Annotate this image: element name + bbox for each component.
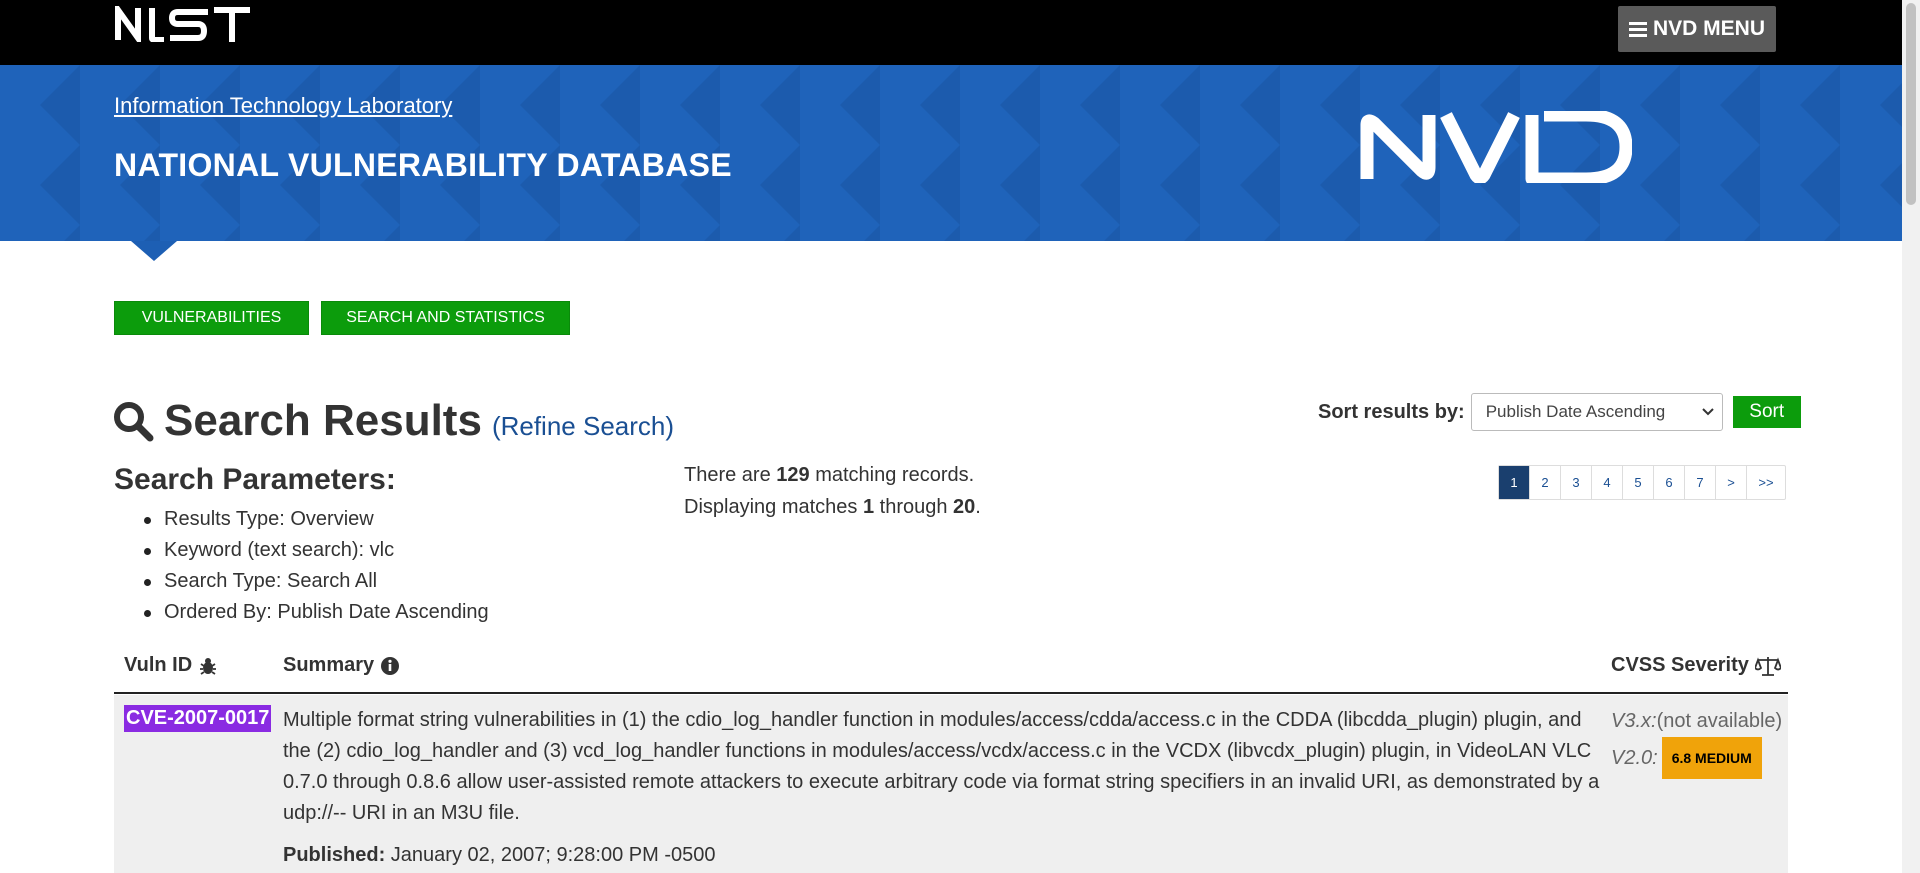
published-date: Published: January 02, 2007; 9:28:00 PM … xyxy=(283,844,716,866)
scrollbar-thumb[interactable] xyxy=(1906,3,1916,205)
nist-logo[interactable] xyxy=(114,6,252,42)
nvd-menu-label: NVD MENU xyxy=(1652,17,1765,40)
sort-label: Sort results by: xyxy=(1318,400,1465,423)
records-range-line: Displaying matches 1 through 20. xyxy=(684,496,981,518)
nav-vulnerabilities-button[interactable]: VULNERABILITIES xyxy=(114,301,309,335)
banner-pointer xyxy=(131,241,177,261)
page-1[interactable]: 1 xyxy=(1499,466,1530,499)
table-row: CVE-2007-0017 Multiple format string vul… xyxy=(114,695,1788,873)
cve-id-link[interactable]: CVE-2007-0017 xyxy=(124,705,272,732)
page-2[interactable]: 2 xyxy=(1530,466,1561,499)
cvss-scores: V3.x:(not available) V2.0: 6.8 MEDIUM xyxy=(1611,705,1782,779)
nvd-menu-button[interactable]: NVD MENU xyxy=(1618,6,1776,52)
pagination: 1 2 3 4 5 6 7 > >> xyxy=(1498,465,1786,500)
cvss-v2: V2.0: 6.8 MEDIUM xyxy=(1611,737,1782,779)
search-results-heading: Search Results (Refine Search) xyxy=(112,396,674,446)
page-7[interactable]: 7 xyxy=(1685,466,1716,499)
nvd-title[interactable]: NATIONAL VULNERABILITY DATABASE xyxy=(114,147,732,184)
hamburger-icon xyxy=(1628,21,1647,37)
search-results-title: Search Results xyxy=(164,396,482,445)
banner: Information Technology Laboratory NATION… xyxy=(0,65,1902,241)
page-scrollbar[interactable] xyxy=(1902,0,1920,873)
itl-link[interactable]: Information Technology Laboratory xyxy=(114,93,452,119)
search-parameters-list: Results Type: Overview Keyword (text sea… xyxy=(144,504,489,628)
page-3[interactable]: 3 xyxy=(1561,466,1592,499)
nav-search-statistics-button[interactable]: SEARCH AND STATISTICS xyxy=(321,301,570,335)
parameter-item: Search Type: Search All xyxy=(144,566,489,597)
cve-summary: Multiple format string vulnerabilities i… xyxy=(283,709,1600,824)
records-summary: There are 129 matching records. Displayi… xyxy=(684,459,981,523)
page-4[interactable]: 4 xyxy=(1592,466,1623,499)
severity-badge[interactable]: 6.8 MEDIUM xyxy=(1661,737,1762,779)
records-from: 1 xyxy=(862,496,875,518)
search-parameters-title: Search Parameters: xyxy=(114,463,396,496)
column-vuln-id[interactable]: Vuln ID xyxy=(124,654,218,677)
scale-icon xyxy=(1754,656,1781,676)
nvd-logo[interactable] xyxy=(1360,111,1632,183)
search-icon xyxy=(114,402,154,442)
cvss-v3: V3.x:(not available) xyxy=(1611,710,1783,732)
column-cvss-severity[interactable]: CVSS Severity xyxy=(1611,654,1781,677)
records-count: 129 xyxy=(776,464,810,486)
parameter-item: Keyword (text search): vlc xyxy=(144,535,489,566)
sort-select-value: Publish Date Ascending xyxy=(1485,402,1666,421)
bug-icon xyxy=(200,657,217,675)
parameter-item: Results Type: Overview xyxy=(144,504,489,535)
sort-controls: Sort results by: Publish Date Ascending … xyxy=(1318,393,1801,431)
sort-select[interactable]: Publish Date Ascending xyxy=(1470,393,1723,431)
parameter-item: Ordered By: Publish Date Ascending xyxy=(144,597,489,628)
refine-search-link[interactable]: (Refine Search) xyxy=(492,411,674,442)
info-icon[interactable] xyxy=(380,656,400,676)
column-summary: Summary xyxy=(283,654,400,677)
page-next[interactable]: > xyxy=(1716,466,1747,499)
page-last[interactable]: >> xyxy=(1747,466,1785,499)
records-count-line: There are 129 matching records. xyxy=(684,464,975,486)
page-5[interactable]: 5 xyxy=(1623,466,1654,499)
page-6[interactable]: 6 xyxy=(1654,466,1685,499)
results-table-header: Vuln ID Summary CVSS Severity xyxy=(114,650,1788,694)
sort-button[interactable]: Sort xyxy=(1732,396,1801,428)
top-bar: NVD MENU xyxy=(0,0,1902,65)
chevron-down-icon xyxy=(1701,408,1714,416)
records-to: 20 xyxy=(953,496,976,518)
